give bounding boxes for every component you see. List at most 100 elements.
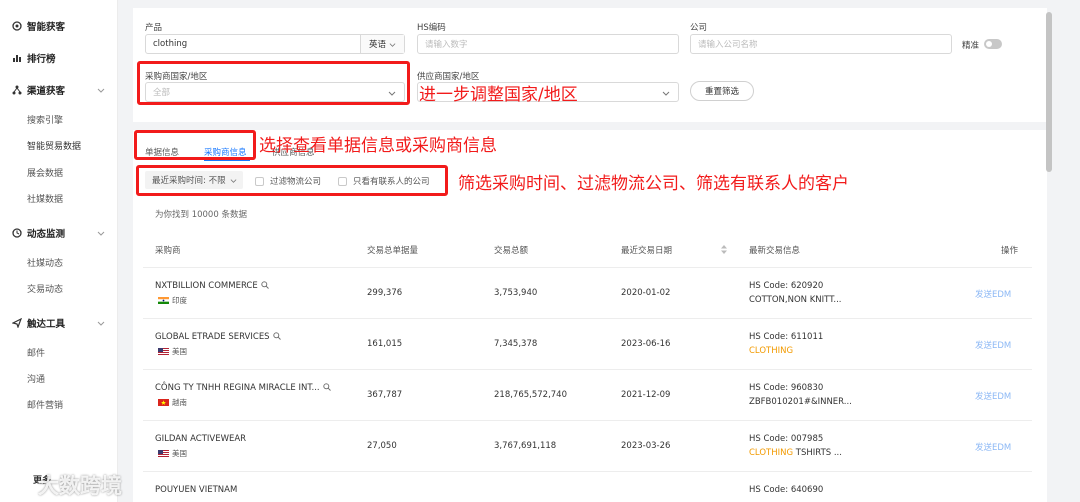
order-count: 367,787 <box>367 390 403 400</box>
hs-code: HS Code: 620920 <box>749 281 824 291</box>
hs-code: HS Code: 007985 <box>749 434 824 444</box>
language-select-label: 英语 <box>368 40 386 50</box>
sidebar-section-monitor[interactable]: 动态监测 <box>12 226 110 240</box>
sort-icon[interactable] <box>721 245 727 254</box>
chevron-down-icon <box>389 42 396 47</box>
product-label: 产品 <box>145 23 163 33</box>
company-input[interactable]: 请输入公司名称 <box>690 34 952 54</box>
buyer-name[interactable]: NXTBILLION COMMERCE <box>155 281 269 291</box>
annotation-box-filters <box>136 165 448 196</box>
hs-code: HS Code: 640690 <box>749 485 824 495</box>
sidebar-item-trade-data[interactable]: 智能贸易数据 <box>27 139 81 152</box>
channel-icon <box>12 85 22 95</box>
page-scrollbar[interactable] <box>1046 12 1052 172</box>
row-divider <box>143 318 1032 319</box>
search-icon[interactable] <box>261 281 269 289</box>
watermark-logo-icon <box>9 474 31 496</box>
send-edm-button[interactable]: 发送EDM <box>975 339 1011 351</box>
sidebar-section-ranking[interactable]: 排行榜 <box>12 51 110 65</box>
send-edm-button[interactable]: 发送EDM <box>975 390 1011 402</box>
usa-flag-icon <box>158 450 169 457</box>
sidebar-item-email[interactable]: 邮件 <box>27 346 45 359</box>
hs-code: HS Code: 960830 <box>749 383 824 393</box>
buyer-country: 美国 <box>158 346 187 357</box>
sidebar-item-email-marketing[interactable]: 邮件营销 <box>27 398 63 411</box>
sidebar-section-label: 触达工具 <box>27 319 66 330</box>
search-icon[interactable] <box>322 383 331 391</box>
product-input-value: clothing <box>153 39 188 49</box>
hs-code: HS Code: 611011 <box>749 332 824 342</box>
annotation-text-tabs: 选择查看单据信息或采购商信息 <box>259 136 497 156</box>
watermark: 大数跨境 <box>8 470 122 500</box>
buyer-name[interactable]: CÔNG TY TNHH REGINA MIRACLE INT... <box>155 383 331 393</box>
hs-code-placeholder: 请输入数字 <box>425 40 468 50</box>
buyer-name[interactable]: POUYUEN VIETNAM <box>155 485 237 495</box>
usa-flag-icon <box>158 348 169 355</box>
latest-date: 2021-12-09 <box>621 390 671 400</box>
sidebar-section-label: 动态监测 <box>27 229 66 240</box>
sidebar-item-social-feed[interactable]: 社媒动态 <box>27 256 63 269</box>
column-header-amount: 交易总额 <box>494 246 529 256</box>
product-desc: COTTON,NON KNITT... <box>749 295 842 305</box>
annotation-text-country: 进一步调整国家/地区 <box>419 85 578 105</box>
sidebar-item-social-data[interactable]: 社媒数据 <box>27 192 63 205</box>
row-divider <box>143 369 1032 370</box>
chevron-down-icon <box>97 321 105 326</box>
column-header-date: 最近交易日期 <box>621 246 673 256</box>
order-count: 161,015 <box>367 339 403 349</box>
sidebar: 智能获客 排行榜 渠道获客 搜索引擎 智能贸易数据 展会数据 社媒数据 动态监测… <box>0 0 118 502</box>
sidebar-section-label: 智能获客 <box>27 22 66 33</box>
section-divider <box>133 122 1047 130</box>
buyer-country: 印度 <box>158 295 187 306</box>
india-flag-icon <box>158 297 169 304</box>
sidebar-section-channel[interactable]: 渠道获客 <box>12 83 110 97</box>
annotation-box-country <box>137 61 410 105</box>
trade-amount: 7,345,378 <box>494 339 538 349</box>
order-count: 27,050 <box>367 441 397 451</box>
trade-amount: 218,765,572,740 <box>494 390 568 400</box>
sidebar-item-trade-feed[interactable]: 交易动态 <box>27 282 63 295</box>
row-divider <box>143 267 1032 268</box>
sidebar-section-label: 排行榜 <box>27 54 56 65</box>
latest-date: 2020-01-02 <box>621 288 671 298</box>
ranking-icon <box>13 55 21 62</box>
row-divider <box>143 420 1032 421</box>
column-header-action: 操作 <box>1001 246 1019 256</box>
sidebar-section-outreach[interactable]: 触达工具 <box>12 316 110 330</box>
sidebar-section-label: 渠道获客 <box>27 86 66 97</box>
product-input[interactable]: clothing 英语 <box>145 34 405 54</box>
order-count: 299,376 <box>367 288 403 298</box>
sidebar-section-smart-acquire[interactable]: 智能获客 <box>12 19 110 33</box>
exact-match-toggle[interactable] <box>984 39 1002 49</box>
chevron-down-icon <box>97 88 105 93</box>
hs-code-label: HS编码 <box>417 23 446 33</box>
sidebar-item-search-engine[interactable]: 搜索引擎 <box>27 113 63 126</box>
latest-date: 2023-03-26 <box>621 441 671 451</box>
result-count: 为你找到 10000 条数据 <box>155 210 247 220</box>
monitor-icon <box>12 228 22 238</box>
send-edm-button[interactable]: 发送EDM <box>975 441 1011 453</box>
product-desc: CLOTHING <box>749 346 794 356</box>
annotation-box-tabs <box>134 130 256 160</box>
buyer-country: 美国 <box>158 448 187 459</box>
vietnam-flag-icon <box>158 399 169 406</box>
buyer-name[interactable]: GILDAN ACTIVEWEAR <box>155 434 246 444</box>
send-edm-button[interactable]: 发送EDM <box>975 288 1011 300</box>
hs-code-input[interactable]: 请输入数字 <box>417 34 679 54</box>
chevron-down-icon <box>662 91 670 96</box>
product-desc: ZBFB010201#&INNER... <box>749 397 852 407</box>
search-icon[interactable] <box>272 332 281 340</box>
buyer-name[interactable]: GLOBAL ETRADE SERVICES <box>155 332 281 342</box>
trade-amount: 3,753,940 <box>494 288 538 298</box>
send-icon <box>12 318 22 328</box>
column-header-latest: 最新交易信息 <box>749 246 801 256</box>
column-header-buyer: 采购商 <box>155 246 181 256</box>
product-desc: CLOTHING TSHIRTS ... <box>749 448 842 458</box>
language-select[interactable]: 英语 <box>360 35 404 53</box>
sidebar-item-chat[interactable]: 沟通 <box>27 372 45 385</box>
annotation-text-filters: 筛选采购时间、过滤物流公司、筛选有联系人的客户 <box>458 174 849 194</box>
company-label: 公司 <box>690 23 708 33</box>
reset-filters-button[interactable]: 重置筛选 <box>690 81 754 101</box>
sidebar-item-expo-data[interactable]: 展会数据 <box>27 166 63 179</box>
chevron-down-icon <box>97 231 105 236</box>
